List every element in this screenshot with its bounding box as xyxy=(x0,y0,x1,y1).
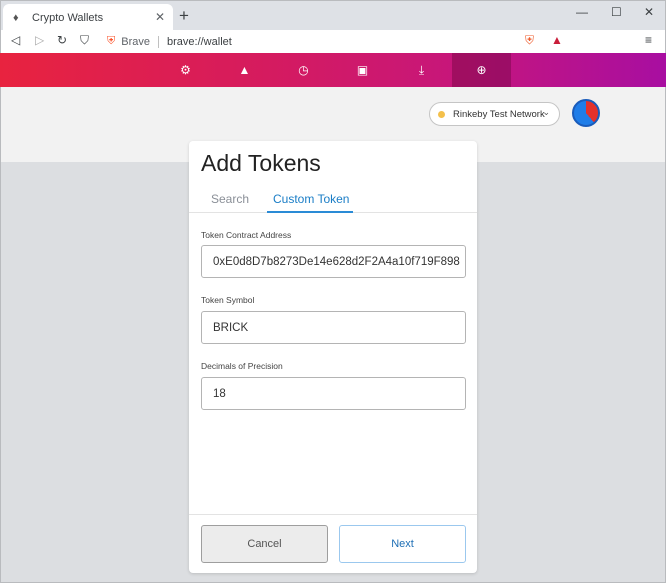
rewards-triangle-icon[interactable]: ▲ xyxy=(551,33,563,47)
tab-search[interactable]: Search xyxy=(211,192,249,206)
address-bar[interactable]: ⛨ Brave brave://wallet xyxy=(107,32,232,51)
minimize-button[interactable]: — xyxy=(576,5,588,19)
chevron-down-icon: ⌄ xyxy=(542,107,550,117)
nav-download-icon[interactable]: ⤓ xyxy=(392,53,451,87)
next-button[interactable]: Next xyxy=(339,525,466,563)
tab-strip: ♦ Crypto Wallets ✕ + — ☐ ✕ xyxy=(0,0,666,31)
network-name: Rinkeby Test Network xyxy=(453,108,545,120)
new-tab-button[interactable]: + xyxy=(179,6,189,26)
token-symbol-label: Token Symbol xyxy=(201,295,255,305)
nav-crypto-icon[interactable]: ⚙ xyxy=(156,53,215,87)
nav-save-icon[interactable]: ▣ xyxy=(333,53,392,87)
bookmark-icon[interactable]: ⛉ xyxy=(80,33,89,48)
divider xyxy=(158,35,159,48)
forward-icon[interactable]: ▷ xyxy=(35,33,44,47)
close-tab-icon[interactable]: ✕ xyxy=(155,10,165,24)
active-tab-indicator xyxy=(267,211,353,213)
account-avatar[interactable] xyxy=(572,99,600,127)
contract-address-label: Token Contract Address xyxy=(201,230,292,240)
add-tokens-dialog: Add Tokens Search Custom Token Token Con… xyxy=(189,141,477,573)
wallet-nav: ⚙ ▲ ◷ ▣ ⤓ ⊕ xyxy=(0,53,666,87)
nav-history-icon[interactable]: ◷ xyxy=(274,53,333,87)
nav-triangle-icon[interactable]: ▲ xyxy=(215,53,274,87)
url-text[interactable]: brave://wallet xyxy=(167,36,232,48)
dialog-title: Add Tokens xyxy=(201,150,321,176)
contract-address-input[interactable]: 0xE0d8D7b8273De14e628d2F2A4a10f719F898 xyxy=(201,245,466,278)
decimals-input[interactable]: 18 xyxy=(201,377,466,410)
brave-shields-button[interactable]: ⛨ xyxy=(525,33,534,48)
nav-add-token-icon[interactable]: ⊕ xyxy=(452,53,511,87)
browser-toolbar: ◁ ▷ ↻ ⛉ ⛨ Brave brave://wallet ⛨ ▲ ≡ xyxy=(0,30,666,53)
brave-shield-icon: ⛨ xyxy=(107,35,116,47)
tab-title: Crypto Wallets xyxy=(32,11,104,24)
dialog-footer: Cancel Next xyxy=(189,514,477,573)
browser-tab[interactable]: ♦ Crypto Wallets ✕ xyxy=(3,4,173,31)
window-close-button[interactable]: ✕ xyxy=(644,5,654,19)
maximize-button[interactable]: ☐ xyxy=(611,5,622,19)
reload-icon[interactable]: ↻ xyxy=(57,33,67,47)
dialog-tabs: Search Custom Token xyxy=(189,185,477,213)
network-selector[interactable]: Rinkeby Test Network ⌄ xyxy=(429,102,560,126)
back-icon[interactable]: ◁ xyxy=(11,33,20,47)
menu-icon[interactable]: ≡ xyxy=(645,33,652,47)
tab-custom-token[interactable]: Custom Token xyxy=(273,192,349,206)
cancel-button[interactable]: Cancel xyxy=(201,525,328,563)
site-label: Brave xyxy=(121,35,150,48)
ethereum-icon: ♦ xyxy=(13,11,19,24)
network-status-dot xyxy=(438,110,445,118)
token-symbol-input[interactable]: BRICK xyxy=(201,311,466,344)
window-border-left xyxy=(0,87,1,583)
decimals-label: Decimals of Precision xyxy=(201,361,283,371)
